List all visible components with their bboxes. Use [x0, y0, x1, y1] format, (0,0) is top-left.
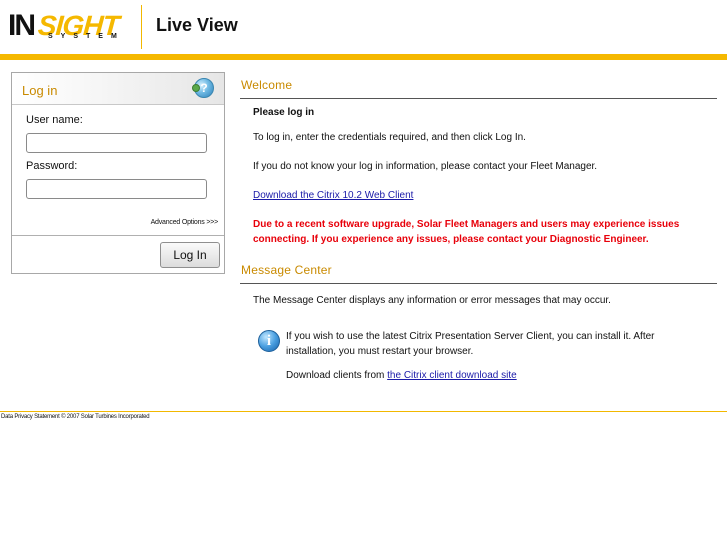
login-button[interactable]: Log In: [160, 242, 220, 268]
advanced-options-link[interactable]: Advanced Options >>>: [151, 219, 219, 226]
info-icon-glyph: i: [266, 333, 272, 349]
header-divider: [141, 5, 142, 49]
login-separator: [12, 235, 224, 236]
please-log-in-text: Please log in: [253, 107, 315, 118]
info-line-2: installation, you must restart your brow…: [286, 346, 474, 357]
logo-system-text: SYSTEM: [48, 33, 125, 40]
login-title: Log in: [22, 83, 58, 98]
insight-logo: IN SIGHT SYSTEM: [8, 9, 134, 43]
app-title: Live View: [156, 15, 238, 35]
help-icon-glyph: ?: [200, 81, 208, 95]
message-center-description: The Message Center displays any informat…: [253, 295, 611, 306]
username-input[interactable]: [26, 133, 207, 153]
citrix-download-site-link[interactable]: the Citrix client download site: [387, 370, 517, 381]
warning-line-2: connecting. If you experience any issues…: [253, 234, 649, 245]
message-center-title: Message Center: [241, 263, 332, 277]
message-center-rule: [240, 283, 717, 284]
username-label: User name:: [26, 114, 83, 126]
footer-rule: [0, 411, 727, 412]
download-citrix-link[interactable]: Download the Citrix 10.2 Web Client: [253, 188, 413, 203]
login-panel: Log in ? User name: Password: Advanced O…: [11, 72, 225, 274]
header: IN SIGHT SYSTEM Live View: [0, 0, 727, 54]
download-clients-prefix: Download clients from: [286, 370, 388, 381]
info-line-1: If you wish to use the latest Citrix Pre…: [286, 331, 655, 342]
upgrade-warning: Due to a recent software upgrade, Solar …: [253, 217, 703, 247]
password-input[interactable]: [26, 179, 207, 199]
warning-line-1: Due to a recent software upgrade, Solar …: [253, 219, 680, 230]
contact-manager-text: If you do not know your log in informati…: [253, 161, 598, 172]
download-clients-line: Download clients from the Citrix client …: [286, 368, 517, 383]
login-instructions-text: To log in, enter the credentials require…: [253, 132, 526, 143]
footer-text[interactable]: Data Privacy Statement © 2007 Solar Turb…: [1, 414, 150, 420]
welcome-title: Welcome: [241, 78, 293, 92]
help-icon[interactable]: ?: [192, 78, 214, 98]
welcome-rule: [240, 98, 717, 99]
password-label: Password:: [26, 160, 78, 172]
header-yellow-bar: [0, 54, 727, 60]
info-icon: i: [258, 330, 280, 352]
login-panel-header: Log in ?: [12, 73, 224, 105]
info-message: If you wish to use the latest Citrix Pre…: [286, 329, 655, 359]
logo-in-text: IN: [8, 9, 36, 42]
